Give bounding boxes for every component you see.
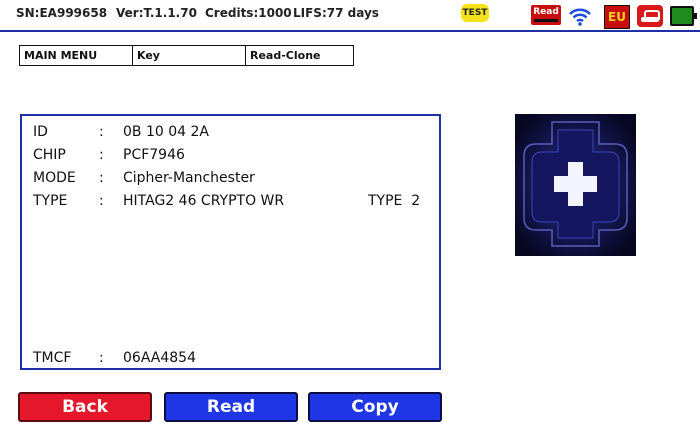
copy-button[interactable]: Copy (308, 392, 442, 422)
status-bar: SN:EA999658 Ver:T.1.1.70 Credits:1000 LI… (0, 0, 700, 32)
info-label: ID (33, 124, 48, 140)
info-row-type: TYPE : HITAG2 46 CRYPTO WR TYPE 2 (22, 193, 439, 213)
breadcrumb-read-clone: Read-Clone (245, 46, 353, 65)
lifs-remaining: LIFS:77 days (293, 6, 379, 20)
car-icon-base (641, 17, 659, 22)
info-value: PCF7946 (123, 147, 185, 163)
info-separator: : (99, 350, 104, 366)
info-label: MODE (33, 170, 76, 186)
chip-info-panel: ID : 0B 10 04 2A CHIP : PCF7946 MODE : C… (20, 114, 441, 370)
test-badge: TEST (461, 4, 489, 22)
info-value: HITAG2 46 CRYPTO WR (123, 193, 285, 209)
info-value: Cipher-Manchester (123, 170, 255, 186)
info-label: CHIP (33, 147, 66, 163)
read-icon: Read (531, 5, 561, 25)
read-icon-label: Read (533, 7, 559, 17)
info-row-chip: CHIP : PCF7946 (22, 147, 439, 167)
firmware-version: Ver:T.1.1.70 (116, 6, 197, 20)
info-row-id: ID : 0B 10 04 2A (22, 124, 439, 144)
info-label: TMCF (33, 350, 72, 366)
transponder-key-image (515, 114, 636, 256)
read-button[interactable]: Read (164, 392, 298, 422)
info-row-mode: MODE : Cipher-Manchester (22, 170, 439, 190)
credits-count: Credits:1000 (205, 6, 292, 20)
info-type-number: TYPE 2 (368, 193, 421, 209)
info-value: 06AA4854 (123, 350, 196, 366)
wifi-icon (568, 5, 592, 27)
info-separator: : (99, 124, 104, 140)
eu-region-icon: EU (604, 5, 630, 29)
back-button[interactable]: Back (18, 392, 152, 422)
info-separator: : (99, 147, 104, 163)
breadcrumb-key[interactable]: Key (132, 46, 245, 65)
info-separator: : (99, 170, 104, 186)
car-icon (637, 5, 663, 27)
info-value: 0B 10 04 2A (123, 124, 209, 140)
info-label: TYPE (33, 193, 68, 209)
breadcrumb: MAIN MENU Key Read-Clone (19, 45, 354, 66)
serial-number: SN:EA999658 (16, 6, 108, 20)
info-separator: : (99, 193, 104, 209)
breadcrumb-main-menu[interactable]: MAIN MENU (20, 46, 132, 65)
read-icon-bar (534, 19, 558, 22)
battery-icon (670, 6, 697, 26)
info-row-tmcf: TMCF : 06AA4854 (22, 350, 439, 370)
